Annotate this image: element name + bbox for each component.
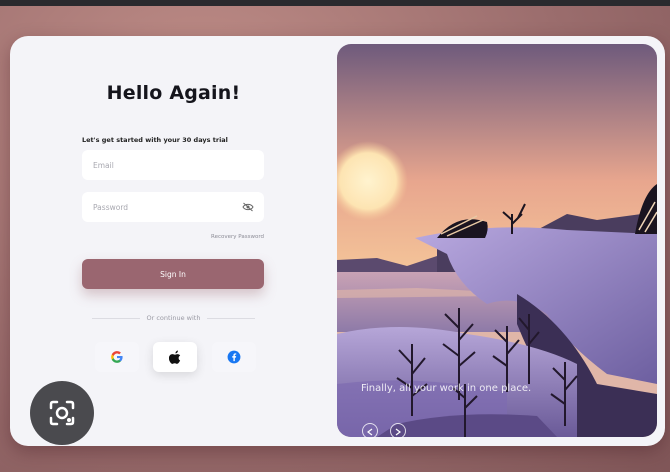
facebook-icon: [227, 350, 241, 364]
trial-subtitle: Let's get started with your 30 days tria…: [82, 136, 228, 144]
continue-with-label: Or continue with: [146, 314, 201, 322]
divider-right: [207, 318, 255, 319]
next-slide-button[interactable]: [390, 423, 406, 439]
recovery-password-link[interactable]: Recovery Password: [211, 234, 264, 240]
page-title: Hello Again!: [106, 82, 241, 104]
prev-slide-button[interactable]: [362, 423, 378, 439]
google-icon: [111, 351, 123, 363]
arrow-right-icon: [395, 428, 401, 436]
lens-search-button[interactable]: [30, 381, 94, 445]
tagline: Finally, all your work in one place.: [361, 383, 532, 394]
hero-illustration: [337, 44, 657, 437]
lens-icon: [49, 400, 75, 426]
facebook-login-button[interactable]: [212, 342, 256, 372]
landscape-scene: [337, 44, 657, 437]
login-card: Hello Again! Let's get started with your…: [10, 36, 665, 446]
google-login-button[interactable]: [95, 342, 139, 372]
eye-off-icon[interactable]: [242, 202, 254, 212]
apple-login-button[interactable]: [153, 342, 197, 372]
arrow-left-icon: [367, 428, 373, 436]
apple-icon: [168, 350, 180, 364]
email-field[interactable]: [82, 150, 264, 180]
password-field[interactable]: [82, 192, 264, 222]
sign-in-button[interactable]: Sign In: [82, 259, 264, 289]
